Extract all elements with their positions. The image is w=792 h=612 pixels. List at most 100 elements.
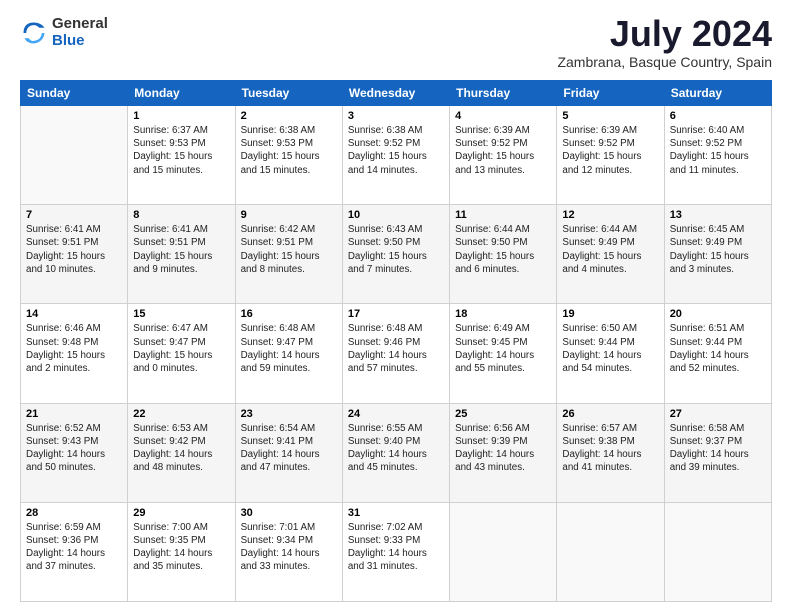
day-number: 15 (133, 308, 229, 320)
day-info: Sunrise: 6:46 AM Sunset: 9:48 PM Dayligh… (26, 322, 122, 375)
calendar-cell (664, 502, 771, 601)
day-info: Sunrise: 6:44 AM Sunset: 9:50 PM Dayligh… (455, 223, 551, 276)
calendar-cell: 27Sunrise: 6:58 AM Sunset: 9:37 PM Dayli… (664, 403, 771, 502)
calendar-cell: 15 Sunrise: 6:47 AM Sunset: 9:47 PM Dayli… (128, 304, 235, 403)
day-number: 18 (455, 308, 551, 320)
day-info: Sunrise: 6:41 AM Sunset: 9:51 PM Dayligh… (133, 223, 229, 276)
col-tuesday: Tuesday (235, 81, 342, 106)
calendar-cell: 3 Sunrise: 6:38 AM Sunset: 9:52 PM Daylig… (342, 106, 449, 205)
calendar-cell: 21 Sunrise: 6:52 AM Sunset: 9:43 PM Dayli… (21, 403, 128, 502)
logo-general-text: General (52, 15, 108, 32)
calendar-cell: 29 Sunrise: 7:00 AM Sunset: 9:35 PM Dayli… (128, 502, 235, 601)
day-number: 16 (241, 308, 337, 320)
day-info: Sunrise: 6:41 AM Sunset: 9:51 PM Dayligh… (26, 223, 122, 276)
day-info: Sunrise: 6:44 AM Sunset: 9:49 PM Dayligh… (562, 223, 658, 276)
day-number: 21 (26, 408, 122, 420)
col-sunday: Sunday (21, 81, 128, 106)
day-number: 20 (670, 308, 766, 320)
day-number: 7 (26, 209, 122, 221)
day-number: 11 (455, 209, 551, 221)
day-info: Sunrise: 6:37 AM Sunset: 9:53 PM Dayligh… (133, 124, 229, 177)
calendar-cell: 25 Sunrise: 6:56 AM Sunset: 9:39 PM Dayli… (450, 403, 557, 502)
day-info: Sunrise: 6:38 AM Sunset: 9:52 PM Dayligh… (348, 124, 444, 177)
day-info: Sunrise: 6:45 AM Sunset: 9:49 PM Dayligh… (670, 223, 766, 276)
calendar-cell: 22 Sunrise: 6:53 AM Sunset: 9:42 PM Dayli… (128, 403, 235, 502)
day-info: Sunrise: 6:57 AM Sunset: 9:38 PM Dayligh… (562, 422, 658, 475)
day-number: 29 (133, 507, 229, 519)
day-info: Sunrise: 6:48 AM Sunset: 9:46 PM Dayligh… (348, 322, 444, 375)
calendar-cell: 4 Sunrise: 6:39 AM Sunset: 9:52 PM Daylig… (450, 106, 557, 205)
day-info: Sunrise: 6:39 AM Sunset: 9:52 PM Dayligh… (455, 124, 551, 177)
day-info: Sunrise: 6:59 AM Sunset: 9:36 PM Dayligh… (26, 521, 122, 574)
day-info: Sunrise: 6:52 AM Sunset: 9:43 PM Dayligh… (26, 422, 122, 475)
day-number: 28 (26, 507, 122, 519)
day-number: 5 (562, 110, 658, 122)
day-info: Sunrise: 6:39 AM Sunset: 9:52 PM Dayligh… (562, 124, 658, 177)
logo: General Blue (20, 16, 108, 49)
day-info: Sunrise: 6:55 AM Sunset: 9:40 PM Dayligh… (348, 422, 444, 475)
calendar-header-row: Sunday Monday Tuesday Wednesday Thursday… (21, 81, 772, 106)
logo-blue-text: Blue (52, 32, 85, 49)
day-number: 26 (562, 408, 658, 420)
calendar-cell: 5 Sunrise: 6:39 AM Sunset: 9:52 PM Daylig… (557, 106, 664, 205)
calendar-week-2: 7 Sunrise: 6:41 AM Sunset: 9:51 PM Daylig… (21, 205, 772, 304)
calendar-cell (450, 502, 557, 601)
calendar-week-4: 21 Sunrise: 6:52 AM Sunset: 9:43 PM Dayli… (21, 403, 772, 502)
day-info: Sunrise: 6:47 AM Sunset: 9:47 PM Dayligh… (133, 322, 229, 375)
calendar-cell: 14 Sunrise: 6:46 AM Sunset: 9:48 PM Dayli… (21, 304, 128, 403)
day-info: Sunrise: 6:54 AM Sunset: 9:41 PM Dayligh… (241, 422, 337, 475)
day-info: Sunrise: 6:43 AM Sunset: 9:50 PM Dayligh… (348, 223, 444, 276)
calendar-cell: 19Sunrise: 6:50 AM Sunset: 9:44 PM Dayli… (557, 304, 664, 403)
logo-icon (20, 19, 48, 47)
day-number: 23 (241, 408, 337, 420)
day-number: 4 (455, 110, 551, 122)
calendar-cell (557, 502, 664, 601)
location: Zambrana, Basque Country, Spain (557, 54, 772, 70)
day-number: 14 (26, 308, 122, 320)
day-info: Sunrise: 6:40 AM Sunset: 9:52 PM Dayligh… (670, 124, 766, 177)
calendar-cell: 2 Sunrise: 6:38 AM Sunset: 9:53 PM Daylig… (235, 106, 342, 205)
calendar-cell: 10 Sunrise: 6:43 AM Sunset: 9:50 PM Dayli… (342, 205, 449, 304)
calendar-cell: 20 Sunrise: 6:51 AM Sunset: 9:44 PM Dayli… (664, 304, 771, 403)
day-number: 8 (133, 209, 229, 221)
day-info: Sunrise: 6:58 AM Sunset: 9:37 PM Dayligh… (670, 422, 766, 475)
day-info: Sunrise: 6:49 AM Sunset: 9:45 PM Dayligh… (455, 322, 551, 375)
calendar-cell: 18 Sunrise: 6:49 AM Sunset: 9:45 PM Dayli… (450, 304, 557, 403)
day-number: 3 (348, 110, 444, 122)
day-info: Sunrise: 6:53 AM Sunset: 9:42 PM Dayligh… (133, 422, 229, 475)
calendar-cell: 8 Sunrise: 6:41 AM Sunset: 9:51 PM Daylig… (128, 205, 235, 304)
calendar-cell: 26 Sunrise: 6:57 AM Sunset: 9:38 PM Dayli… (557, 403, 664, 502)
day-number: 30 (241, 507, 337, 519)
calendar-cell: 30Sunrise: 7:01 AM Sunset: 9:34 PM Dayli… (235, 502, 342, 601)
calendar-cell: 28 Sunrise: 6:59 AM Sunset: 9:36 PM Dayli… (21, 502, 128, 601)
day-info: Sunrise: 6:51 AM Sunset: 9:44 PM Dayligh… (670, 322, 766, 375)
day-number: 10 (348, 209, 444, 221)
day-number: 31 (348, 507, 444, 519)
month-title: July 2024 (557, 16, 772, 52)
calendar-week-5: 28 Sunrise: 6:59 AM Sunset: 9:36 PM Dayli… (21, 502, 772, 601)
day-number: 22 (133, 408, 229, 420)
calendar-table: Sunday Monday Tuesday Wednesday Thursday… (20, 80, 772, 602)
day-number: 2 (241, 110, 337, 122)
day-info: Sunrise: 6:38 AM Sunset: 9:53 PM Dayligh… (241, 124, 337, 177)
day-number: 17 (348, 308, 444, 320)
col-wednesday: Wednesday (342, 81, 449, 106)
calendar-cell: 23 Sunrise: 6:54 AM Sunset: 9:41 PM Dayli… (235, 403, 342, 502)
calendar-cell: 16Sunrise: 6:48 AM Sunset: 9:47 PM Dayli… (235, 304, 342, 403)
day-info: Sunrise: 7:00 AM Sunset: 9:35 PM Dayligh… (133, 521, 229, 574)
day-info: Sunrise: 6:56 AM Sunset: 9:39 PM Dayligh… (455, 422, 551, 475)
day-info: Sunrise: 6:50 AM Sunset: 9:44 PM Dayligh… (562, 322, 658, 375)
calendar-cell (21, 106, 128, 205)
day-number: 6 (670, 110, 766, 122)
day-number: 13 (670, 209, 766, 221)
calendar-cell: 11 Sunrise: 6:44 AM Sunset: 9:50 PM Dayli… (450, 205, 557, 304)
calendar-cell: 13 Sunrise: 6:45 AM Sunset: 9:49 PM Dayli… (664, 205, 771, 304)
day-number: 9 (241, 209, 337, 221)
calendar-cell: 6 Sunrise: 6:40 AM Sunset: 9:52 PM Daylig… (664, 106, 771, 205)
col-friday: Friday (557, 81, 664, 106)
calendar-cell: 17 Sunrise: 6:48 AM Sunset: 9:46 PM Dayli… (342, 304, 449, 403)
day-number: 25 (455, 408, 551, 420)
calendar-cell: 24Sunrise: 6:55 AM Sunset: 9:40 PM Dayli… (342, 403, 449, 502)
day-number: 1 (133, 110, 229, 122)
calendar-cell: 9Sunrise: 6:42 AM Sunset: 9:51 PM Daylig… (235, 205, 342, 304)
